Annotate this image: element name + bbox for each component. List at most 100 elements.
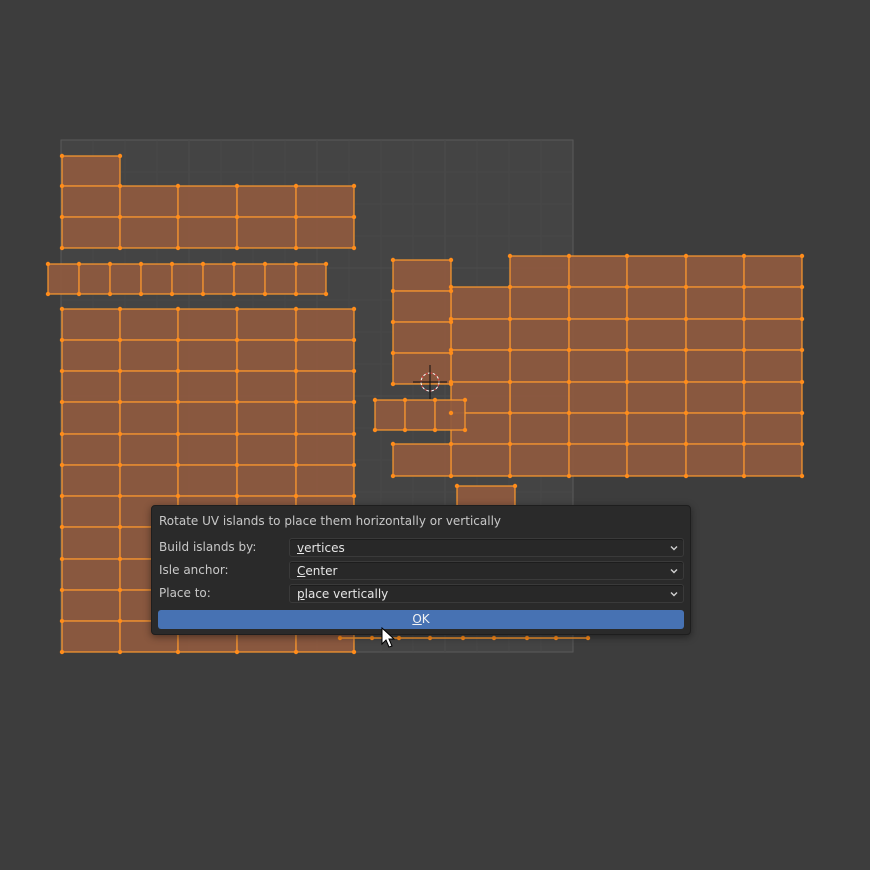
uv-vertex[interactable] [138, 291, 144, 297]
uv-vertex[interactable] [59, 153, 65, 159]
uv-face[interactable] [685, 443, 745, 477]
uv-vertex[interactable] [448, 288, 454, 294]
uv-vertex[interactable] [683, 473, 689, 479]
uv-vertex[interactable] [683, 410, 689, 416]
uv-face[interactable] [177, 464, 238, 497]
uv-face[interactable] [509, 286, 570, 320]
uv-vertex[interactable] [491, 635, 497, 641]
uv-vertex[interactable] [59, 399, 65, 405]
uv-face[interactable] [61, 433, 121, 466]
uv-vertex[interactable] [293, 337, 299, 343]
uv-vertex[interactable] [432, 397, 438, 403]
uv-vertex[interactable] [76, 261, 82, 267]
uv-face[interactable] [61, 339, 121, 372]
uv-face[interactable] [61, 589, 121, 622]
uv-face[interactable] [119, 185, 179, 218]
uv-vertex[interactable] [175, 649, 181, 655]
uv-vertex[interactable] [234, 649, 240, 655]
uv-face[interactable] [743, 286, 803, 320]
uv-vertex[interactable] [624, 253, 630, 259]
uv-vertex[interactable] [323, 291, 329, 297]
uv-vertex[interactable] [448, 441, 454, 447]
uv-vertex[interactable] [117, 337, 123, 343]
uv-face[interactable] [743, 318, 803, 351]
uv-vertex[interactable] [402, 427, 408, 433]
uv-vertex[interactable] [369, 635, 375, 641]
uv-face[interactable] [392, 290, 452, 323]
ok-button[interactable]: OK [158, 610, 684, 629]
uv-face[interactable] [392, 352, 452, 385]
uv-vertex[interactable] [460, 635, 466, 641]
uv-vertex[interactable] [59, 587, 65, 593]
uv-vertex[interactable] [566, 316, 572, 322]
uv-face[interactable] [509, 255, 570, 288]
build-islands-dropdown[interactable]: vertices [289, 538, 684, 557]
uv-vertex[interactable] [566, 473, 572, 479]
uv-face[interactable] [392, 259, 452, 292]
uv-vertex[interactable] [741, 347, 747, 353]
uv-face[interactable] [404, 399, 436, 431]
uv-face[interactable] [509, 381, 570, 414]
uv-vertex[interactable] [117, 524, 123, 530]
uv-vertex[interactable] [566, 284, 572, 290]
uv-vertex[interactable] [448, 473, 454, 479]
uv-face[interactable] [236, 185, 297, 218]
uv-vertex[interactable] [566, 347, 572, 353]
uv-vertex[interactable] [741, 284, 747, 290]
uv-face[interactable] [295, 370, 355, 403]
uv-vertex[interactable] [45, 261, 51, 267]
uv-vertex[interactable] [169, 261, 175, 267]
uv-vertex[interactable] [799, 473, 805, 479]
uv-vertex[interactable] [799, 253, 805, 259]
uv-vertex[interactable] [390, 319, 396, 325]
uv-face[interactable] [61, 370, 121, 403]
uv-vertex[interactable] [117, 618, 123, 624]
place-to-dropdown[interactable]: place vertically [289, 584, 684, 603]
uv-vertex[interactable] [566, 379, 572, 385]
uv-face[interactable] [568, 443, 628, 477]
uv-face[interactable] [177, 216, 238, 249]
uv-face[interactable] [509, 443, 570, 477]
uv-vertex[interactable] [234, 306, 240, 312]
uv-face[interactable] [177, 185, 238, 218]
uv-vertex[interactable] [351, 306, 357, 312]
uv-vertex[interactable] [175, 306, 181, 312]
uv-vertex[interactable] [234, 183, 240, 189]
uv-vertex[interactable] [262, 291, 268, 297]
uv-vertex[interactable] [117, 462, 123, 468]
uv-vertex[interactable] [234, 493, 240, 499]
uv-vertex[interactable] [293, 214, 299, 220]
uv-vertex[interactable] [351, 431, 357, 437]
uv-vertex[interactable] [351, 462, 357, 468]
uv-face[interactable] [626, 286, 687, 320]
uv-vertex[interactable] [175, 368, 181, 374]
uv-vertex[interactable] [293, 261, 299, 267]
uv-vertex[interactable] [351, 337, 357, 343]
uv-vertex[interactable] [390, 381, 396, 387]
uv-vertex[interactable] [741, 379, 747, 385]
uv-face[interactable] [509, 349, 570, 383]
uv-face[interactable] [743, 349, 803, 383]
uv-vertex[interactable] [351, 245, 357, 251]
uv-face[interactable] [450, 318, 511, 351]
uv-vertex[interactable] [683, 347, 689, 353]
uv-vertex[interactable] [372, 427, 378, 433]
uv-vertex[interactable] [351, 368, 357, 374]
uv-vertex[interactable] [624, 441, 630, 447]
uv-face[interactable] [119, 216, 179, 249]
uv-vertex[interactable] [683, 316, 689, 322]
uv-face[interactable] [568, 286, 628, 320]
uv-vertex[interactable] [624, 316, 630, 322]
uv-vertex[interactable] [234, 462, 240, 468]
uv-vertex[interactable] [234, 337, 240, 343]
uv-vertex[interactable] [293, 306, 299, 312]
uv-vertex[interactable] [553, 635, 559, 641]
uv-vertex[interactable] [45, 291, 51, 297]
uv-face[interactable] [236, 308, 297, 341]
uv-vertex[interactable] [448, 381, 454, 387]
uv-face[interactable] [61, 401, 121, 435]
uv-vertex[interactable] [117, 399, 123, 405]
uv-face[interactable] [626, 443, 687, 477]
uv-face[interactable] [568, 318, 628, 351]
uv-face[interactable] [295, 185, 355, 218]
